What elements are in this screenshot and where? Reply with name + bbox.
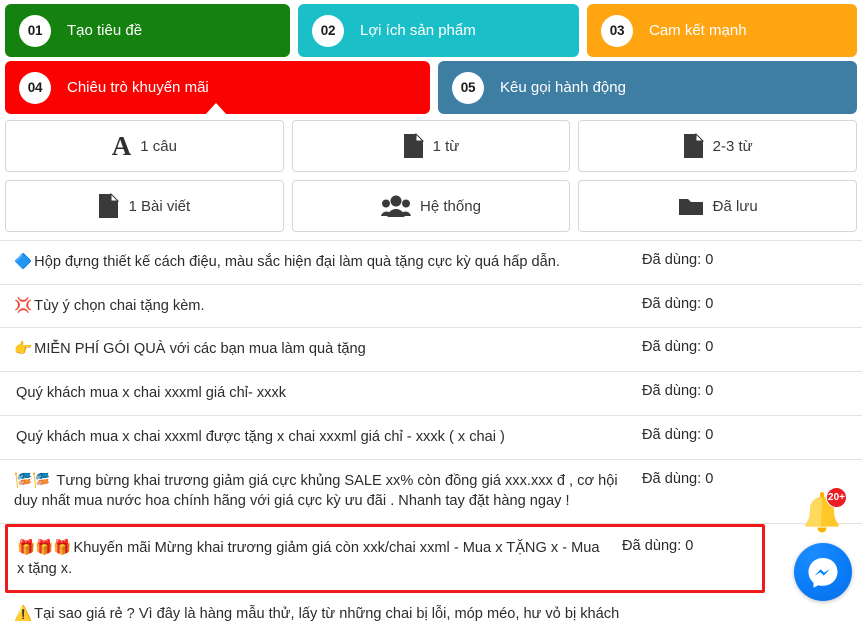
list-item-text: 🔷 Hộp đựng thiết kế cách điệu, màu sắc hi… <box>14 252 642 273</box>
list-item-text: 👉 MIỄN PHÍ GÓI QUÀ với các bạn mua làm qu… <box>14 339 642 360</box>
tab-row-primary: 01 Tạo tiêu đề 02 Lợi ích sản phẩm 03 Ca… <box>0 0 862 57</box>
tab-number-badge: 02 <box>312 14 344 47</box>
list-item[interactable]: 💢 Tùy ý chọn chai tặng kèm. Đã dùng: 0 <box>0 285 862 329</box>
blue-diamond-icon: 🔷 <box>14 254 33 270</box>
carp-streamer-icon: 🎏🎏 <box>14 472 55 489</box>
bell-count-badge: 20+ <box>826 487 847 508</box>
anger-symbol-icon: 💢 <box>14 297 33 314</box>
filter-button-label: 1 từ <box>432 137 460 155</box>
tab-label: Tạo tiêu đề <box>67 22 143 39</box>
filter-button-label: 1 câu <box>140 137 177 155</box>
list-item-body: Khuyến mãi Mừng khai trương giảm giá còn… <box>17 540 600 577</box>
facebook-messenger-button[interactable] <box>794 543 852 601</box>
filter-button-da-luu[interactable]: Đã lưu <box>578 180 857 232</box>
list-item-usage-count: Đã dùng: 0 <box>622 538 694 555</box>
notification-bell-widget[interactable]: 20+ <box>799 487 847 541</box>
filter-button-2-3-tu[interactable]: 2-3 từ <box>578 120 857 172</box>
list-item-selected[interactable]: 🎁🎁🎁 Khuyến mãi Mừng khai trương giảm giá … <box>5 524 765 594</box>
list-item-body: Tại sao giá rẻ ? Vì đây là hàng mẫu thử,… <box>34 606 620 621</box>
filter-button-1-bai-viet[interactable]: 1 Bài viết <box>5 180 284 232</box>
tab-loi-ich-san-pham[interactable]: 02 Lợi ích sản phẩm <box>298 4 579 57</box>
tab-label: Cam kết mạnh <box>649 22 747 39</box>
tab-chieu-tro-khuyen-mai[interactable]: 04 Chiêu trò khuyến mãi <box>5 61 430 115</box>
tab-number-badge: 05 <box>452 71 484 104</box>
messenger-icon <box>808 558 838 588</box>
letter-a-icon: A <box>111 130 132 161</box>
list-item[interactable]: 🎏🎏 Tưng bừng khai trương giảm giá cực kh… <box>0 460 862 525</box>
list-item-text: Quý khách mua x chai xxxml được tặng x c… <box>14 427 642 448</box>
list-item[interactable]: 🔷 Hộp đựng thiết kế cách điệu, màu sắc hi… <box>0 241 862 285</box>
list-item-text: Quý khách mua x chai xxxml giá chỉ- xxxk <box>14 383 642 404</box>
filter-button-1-cau[interactable]: A 1 câu <box>5 120 284 172</box>
tab-label: Lợi ích sản phẩm <box>360 22 476 39</box>
list-item[interactable]: 👉 MIỄN PHÍ GÓI QUÀ với các bạn mua làm qu… <box>0 328 862 373</box>
content-template-list: 🔷 Hộp đựng thiết kế cách điệu, màu sắc hi… <box>0 240 862 621</box>
list-item[interactable]: Quý khách mua x chai xxxml giá chỉ- xxxk… <box>0 372 862 416</box>
folder-icon <box>678 196 704 217</box>
users-icon <box>381 194 412 218</box>
filter-button-label: Hệ thống <box>420 197 481 215</box>
file-icon <box>683 133 704 159</box>
list-item-text: 🎏🎏 Tưng bừng khai trương giảm giá cực kh… <box>14 471 642 512</box>
tab-number-badge: 01 <box>19 14 51 47</box>
file-icon <box>403 133 424 159</box>
list-item[interactable]: ⚠️ Tại sao giá rẻ ? Vì đây là hàng mẫu th… <box>0 593 862 621</box>
list-item-body: Hộp đựng thiết kế cách điệu, màu sắc hiệ… <box>34 254 560 270</box>
app-root: 01 Tạo tiêu đề 02 Lợi ích sản phẩm 03 Ca… <box>0 0 862 621</box>
list-item[interactable]: Quý khách mua x chai xxxml được tặng x c… <box>0 416 862 460</box>
list-item-body: MIỄN PHÍ GÓI QUÀ với các bạn mua làm quà… <box>34 341 366 358</box>
list-item-text: 💢 Tùy ý chọn chai tặng kèm. <box>14 296 642 317</box>
list-item-body: Quý khách mua x chai xxxml được tặng x c… <box>16 428 505 445</box>
list-item-body: Tùy ý chọn chai tặng kèm. <box>34 297 205 314</box>
list-item-usage-count: Đã dùng: 0 <box>642 339 714 356</box>
pointing-hand-icon: 👉 <box>14 341 33 358</box>
list-item-usage-count: Đã dùng: 0 <box>642 470 714 487</box>
file-icon <box>98 193 120 219</box>
tab-label: Chiêu trò khuyến mãi <box>67 79 209 96</box>
tab-row-secondary: 04 Chiêu trò khuyến mãi 05 Kêu gọi hành … <box>0 57 862 115</box>
tab-label: Kêu gọi hành động <box>500 79 626 96</box>
filter-button-he-thong[interactable]: Hệ thống <box>291 180 571 232</box>
gift-icon: 🎁🎁🎁 <box>17 540 72 557</box>
list-item-usage-count: Đã dùng: 0 <box>642 426 714 443</box>
warning-icon: ⚠️ <box>14 606 33 621</box>
filter-button-1-tu[interactable]: 1 từ <box>291 120 571 172</box>
filter-button-label: Đã lưu <box>712 197 758 215</box>
list-item-usage-count: Đã dùng: 0 <box>642 295 714 312</box>
list-item-usage-count: Đã dùng: 0 <box>642 252 714 268</box>
list-item-text: 🎁🎁🎁 Khuyến mãi Mừng khai trương giảm giá … <box>17 538 622 579</box>
list-item-text: ⚠️ Tại sao giá rẻ ? Vì đây là hàng mẫu th… <box>14 604 642 621</box>
tab-tao-tieu-de[interactable]: 01 Tạo tiêu đề <box>5 4 290 57</box>
filter-button-grid: A 1 câu 1 từ 2-3 từ 1 Bài viết Hệ thống … <box>0 114 862 232</box>
list-item-usage-count: Đã dùng: 0 <box>642 383 714 400</box>
filter-button-label: 2-3 từ <box>712 137 753 155</box>
list-item-body: Quý khách mua x chai xxxml giá chỉ- xxxk <box>16 385 287 402</box>
tab-keu-goi-hanh-dong[interactable]: 05 Kêu gọi hành động <box>438 61 857 114</box>
filter-button-label: 1 Bài viết <box>128 197 191 215</box>
tab-number-badge: 04 <box>19 71 51 104</box>
tab-cam-ket-manh[interactable]: 03 Cam kết mạnh <box>587 4 857 57</box>
list-item-body: Tưng bừng khai trương giảm giá cực khủng… <box>14 472 618 510</box>
active-tab-pointer-icon <box>205 103 227 115</box>
tab-number-badge: 03 <box>601 14 633 47</box>
